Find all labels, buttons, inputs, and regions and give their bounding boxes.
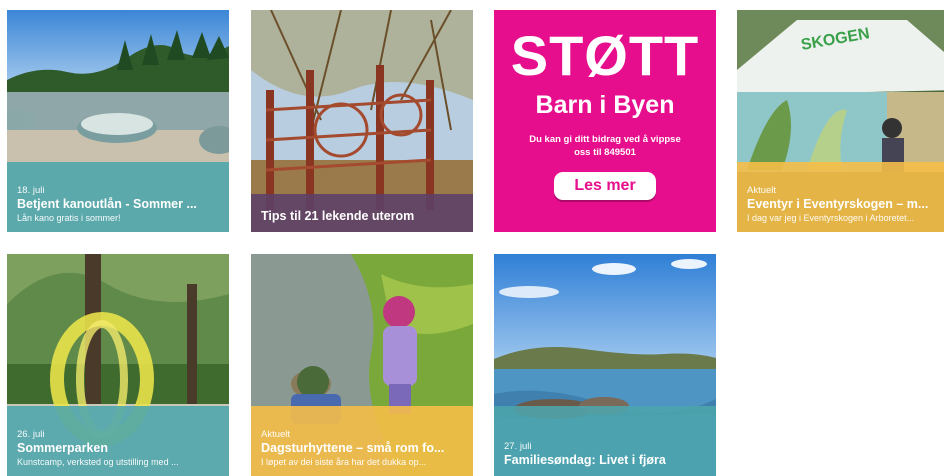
article-card-familiesondag[interactable]: 27. juli Familiesøndag: Livet i fjøra [494, 254, 716, 476]
card-caption: 27. juli Familiesøndag: Livet i fjøra [494, 406, 716, 476]
card-caption: Aktuelt Eventyr i Eventyrskogen – m... I… [737, 162, 944, 232]
card-caption: Aktuelt Dagsturhyttene – små rom fo... I… [251, 406, 473, 476]
support-subheading: Barn i Byen [535, 91, 675, 119]
support-banner: STØTT Barn i Byen Du kan gi ditt bidrag … [494, 10, 716, 232]
card-title[interactable]: Familiesøndag: Livet i fjøra [504, 453, 706, 468]
card-excerpt: I dag var jeg i Eventyrskogen i Arborete… [747, 213, 915, 223]
card-title[interactable]: Sommerparken [17, 441, 219, 456]
card-caption: 26. juli Sommerparken Kunstcamp, verkste… [7, 406, 229, 476]
support-text: Du kan gi ditt bidrag ved å vippse oss t… [529, 134, 681, 158]
card-title[interactable]: Dagsturhyttene – små rom fo... [261, 441, 463, 456]
card-excerpt: I løpet av dei siste åra har det dukka o… [261, 457, 427, 467]
card-caption: Tips til 21 lekende uterom [251, 194, 473, 232]
support-heading: STØTT [510, 24, 700, 87]
card-title[interactable]: Betjent kanoutlån - Sommer ... [17, 197, 219, 212]
card-category: Aktuelt [747, 185, 777, 196]
article-card-eventyrskogen[interactable]: SKOGEN Aktuelt Eventyr i Eventyrskogen –… [737, 10, 944, 232]
article-card-dagsturhyttene[interactable]: Aktuelt Dagsturhyttene – små rom fo... I… [251, 254, 473, 476]
article-card-lekende-uterom[interactable]: Tips til 21 lekende uterom [251, 10, 473, 232]
card-category: Aktuelt [261, 429, 291, 440]
card-excerpt: Lån kano gratis i sommer! [17, 213, 121, 223]
article-card-kanoutlan[interactable]: 18. juli Betjent kanoutlån - Sommer ... … [7, 10, 229, 232]
les-mer-button[interactable]: Les mer [554, 172, 656, 200]
card-title[interactable]: Eventyr i Eventyrskogen – m... [747, 197, 944, 212]
card-date: 27. juli [504, 441, 532, 452]
card-caption: 18. juli Betjent kanoutlån - Sommer ... … [7, 162, 229, 232]
article-card-sommerparken[interactable]: 26. juli Sommerparken Kunstcamp, verkste… [7, 254, 229, 476]
card-excerpt: Kunstcamp, verksted og utstilling med ..… [17, 457, 179, 467]
card-date: 18. juli [17, 185, 45, 196]
card-title[interactable]: Tips til 21 lekende uterom [261, 209, 463, 224]
card-date: 26. juli [17, 429, 45, 440]
